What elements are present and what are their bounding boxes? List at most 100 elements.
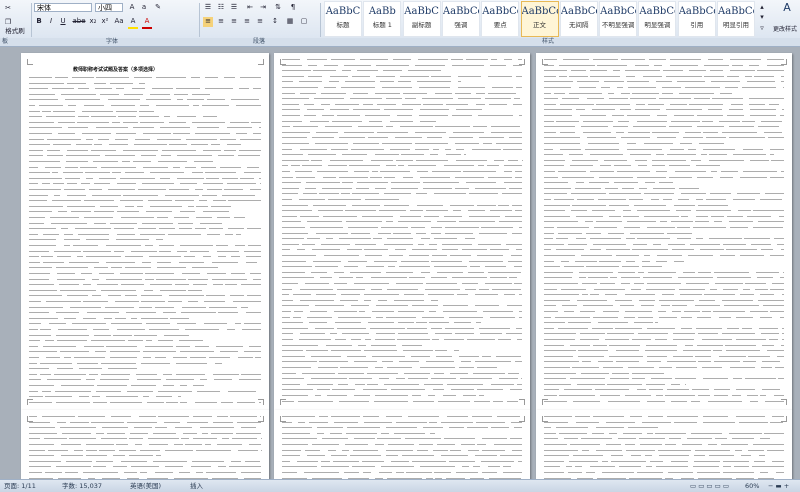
document-workspace[interactable]: 教师职称考试试题及答案（多项选择） [0, 47, 800, 479]
gallery-more-icon[interactable]: ▿ [757, 24, 767, 34]
shrink-font-icon[interactable]: a [139, 3, 149, 13]
text-line [155, 307, 174, 308]
style-tile[interactable]: AaBbCcD明显强调 [638, 1, 676, 37]
text-line [721, 171, 737, 172]
text-line [644, 216, 679, 217]
style-tile[interactable]: AaBbCcD无间隔 [560, 1, 598, 37]
font-color-button[interactable]: A [142, 17, 152, 29]
superscript-button[interactable]: x² [100, 17, 110, 27]
text-line [758, 221, 784, 222]
multilevel-list-icon[interactable]: ☰ [229, 3, 239, 13]
zoom-level[interactable]: 60% [745, 480, 759, 492]
text-line [587, 137, 616, 138]
text-line [476, 322, 482, 323]
style-tile[interactable]: AaBb标题 1 [363, 1, 401, 37]
text-line [260, 416, 261, 417]
format-painter-button[interactable]: 格式刷 [0, 27, 30, 37]
text-line [489, 104, 508, 105]
text-line [331, 59, 354, 60]
gallery-down-icon[interactable]: ▾ [757, 13, 767, 23]
italic-button[interactable]: I [46, 17, 56, 27]
align-center-button[interactable]: ≡ [216, 17, 226, 27]
clear-format-icon[interactable]: ✎ [153, 3, 163, 13]
text-line [376, 76, 395, 77]
gallery-up-icon[interactable]: ▴ [757, 3, 767, 13]
grow-font-icon[interactable]: A [127, 3, 137, 13]
document-page[interactable]: 教师职称考试试题及答案（多项选择） [21, 53, 269, 410]
text-line [713, 350, 722, 351]
text-line [403, 93, 427, 94]
text-line [29, 329, 38, 330]
style-tile[interactable]: AaBbCcD不明显强调 [599, 1, 637, 37]
style-tile[interactable]: AaBbCcD引用 [678, 1, 716, 37]
view-buttons-icon[interactable]: ▭ ▭ ▭ ▭ ▭ [690, 480, 729, 492]
cut-icon[interactable]: ✂ [2, 4, 14, 14]
strikethrough-button[interactable]: abe [72, 17, 86, 27]
text-line [667, 361, 696, 362]
text-line [173, 167, 181, 168]
text-line [305, 188, 317, 189]
bullets-icon[interactable]: ☰ [203, 3, 213, 13]
text-line [755, 289, 768, 290]
bold-button[interactable]: B [34, 17, 44, 27]
document-page[interactable] [536, 53, 792, 410]
ribbon: ✂ ❐ 格式刷 宋体 小四 A a ✎ B I U abe x₂ x² Aa A… [0, 0, 800, 39]
line-spacing-button[interactable]: ↕ [270, 17, 280, 27]
text-line [490, 210, 512, 211]
page-corner-mark [519, 399, 525, 405]
underline-button[interactable]: U [58, 17, 68, 27]
numbering-icon[interactable]: ☷ [216, 3, 226, 13]
page-count[interactable]: 页面: 1/11 [4, 480, 36, 492]
text-line [185, 444, 202, 445]
style-tile[interactable]: AaBbCcD正文 [521, 1, 559, 37]
decrease-indent-icon[interactable]: ⇤ [245, 3, 255, 13]
text-line [150, 94, 170, 95]
text-line [650, 461, 663, 462]
document-page[interactable] [536, 410, 792, 479]
style-tile[interactable]: AaBbCcD明显引用 [717, 1, 755, 37]
word-count[interactable]: 字数: 15,037 [62, 480, 102, 492]
borders-icon[interactable]: ▢ [299, 17, 309, 27]
text-line [180, 211, 195, 212]
text-line [544, 450, 578, 451]
sort-icon[interactable]: ⇅ [273, 3, 283, 13]
text-line [544, 350, 576, 351]
change-styles-icon[interactable]: A [778, 3, 796, 13]
align-right-button[interactable]: ≡ [229, 17, 239, 27]
highlight-button[interactable]: A [128, 17, 138, 29]
zoom-slider-icon[interactable]: − ▬ + [768, 480, 789, 492]
language-indicator[interactable]: 英语(美国) [130, 480, 161, 492]
style-tile[interactable]: AaBbCcD强调 [442, 1, 480, 37]
text-line [611, 461, 646, 462]
distributed-button[interactable]: ≡ [255, 17, 265, 27]
show-marks-button[interactable]: ¶ [288, 3, 298, 13]
text-line [745, 76, 751, 77]
text-line [322, 115, 334, 116]
text-line [156, 455, 161, 456]
subscript-button[interactable]: x₂ [88, 17, 98, 27]
text-line [354, 283, 389, 284]
justify-button[interactable]: ≡ [242, 17, 252, 27]
document-page[interactable] [274, 410, 530, 479]
shading-icon[interactable]: ▦ [285, 17, 295, 27]
text-line [130, 433, 147, 434]
insert-mode[interactable]: 插入 [190, 480, 203, 492]
text-line [220, 351, 238, 352]
increase-indent-icon[interactable]: ⇥ [258, 3, 268, 13]
change-case-button[interactable]: Aa [113, 17, 125, 27]
document-page[interactable] [21, 410, 269, 479]
font-name-box[interactable]: 宋体 [34, 3, 92, 12]
text-line [177, 323, 196, 324]
text-line [349, 165, 379, 166]
text-line [609, 356, 643, 357]
document-page[interactable] [274, 53, 530, 410]
style-tile[interactable]: AaBbCcD要点 [481, 1, 519, 37]
style-tile[interactable]: AaBbC标题 [324, 1, 362, 37]
align-left-button[interactable]: ≡ [203, 17, 213, 27]
font-size-box[interactable]: 小四 [95, 3, 123, 12]
text-line [544, 255, 575, 256]
text-line [544, 305, 556, 306]
text-line [137, 379, 162, 380]
style-tile[interactable]: AaBbC副标题 [403, 1, 441, 37]
change-styles-button[interactable]: 更改样式 [770, 25, 800, 35]
